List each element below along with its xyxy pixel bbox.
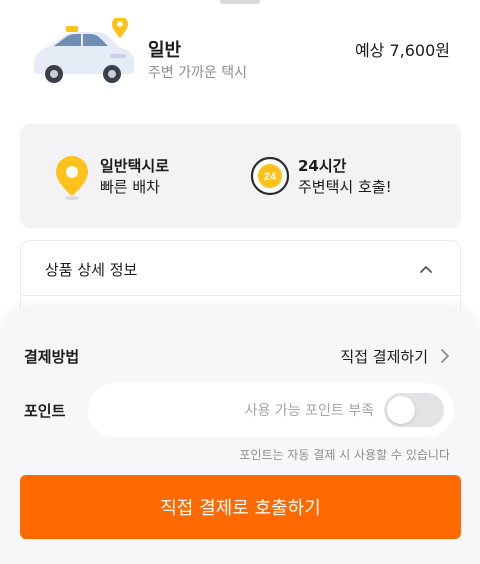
feature-highlights: 일반택시로 빠른 배차 24 24시간 주변택시 호출! xyxy=(20,124,461,228)
payment-method-label: 결제방법 xyxy=(24,348,80,366)
chevron-up-icon[interactable] xyxy=(418,261,434,277)
clock-24-icon: 24 xyxy=(250,156,290,196)
top-panel: 일반 주변 가까운 택시 예상 7,600원 일반택시로 빠른 배차 24 24… xyxy=(0,0,480,360)
toggle-knob xyxy=(387,396,415,424)
feature-line2: 빠른 배차 xyxy=(100,178,160,196)
vehicle-name: 일반 xyxy=(148,40,182,61)
divider xyxy=(21,295,460,296)
feature-line1: 일반택시로 xyxy=(100,157,170,175)
clock-badge: 24 xyxy=(264,171,277,183)
sheet-grabber[interactable] xyxy=(220,0,260,4)
feature-text: 24시간 주변택시 호출! xyxy=(298,156,392,198)
points-toggle[interactable] xyxy=(384,393,444,427)
taxi-car-icon xyxy=(34,18,134,83)
feature-text: 일반택시로 빠른 배차 xyxy=(100,156,169,198)
payment-method-value: 직접 결제하기 xyxy=(340,348,428,366)
points-field: 사용 가능 포인트 부족 xyxy=(88,383,454,437)
points-note: 포인트는 자동 결제 시 사용할 수 있습니다 xyxy=(239,448,450,462)
payment-sheet: 결제방법 직접 결제하기 포인트 사용 가능 포인트 부족 포인트는 자동 결제… xyxy=(0,308,480,564)
estimated-price: 예상 7,600원 xyxy=(354,41,450,60)
chevron-right-icon xyxy=(441,349,449,363)
call-taxi-button[interactable]: 직접 결제로 호출하기 xyxy=(20,475,461,539)
vehicle-subtitle: 주변 가까운 택시 xyxy=(148,65,248,81)
points-status: 사용 가능 포인트 부족 xyxy=(244,403,374,419)
feature-line1: 24시간 xyxy=(298,157,347,175)
points-label: 포인트 xyxy=(24,402,66,420)
payment-method-row[interactable]: 결제방법 직접 결제하기 xyxy=(24,344,452,368)
vehicle-option[interactable]: 일반 주변 가까운 택시 예상 7,600원 xyxy=(0,18,480,104)
feature-line2: 주변택시 호출! xyxy=(298,178,392,196)
location-pin-icon xyxy=(56,156,88,200)
product-detail-title: 상품 상세 정보 xyxy=(45,261,138,279)
